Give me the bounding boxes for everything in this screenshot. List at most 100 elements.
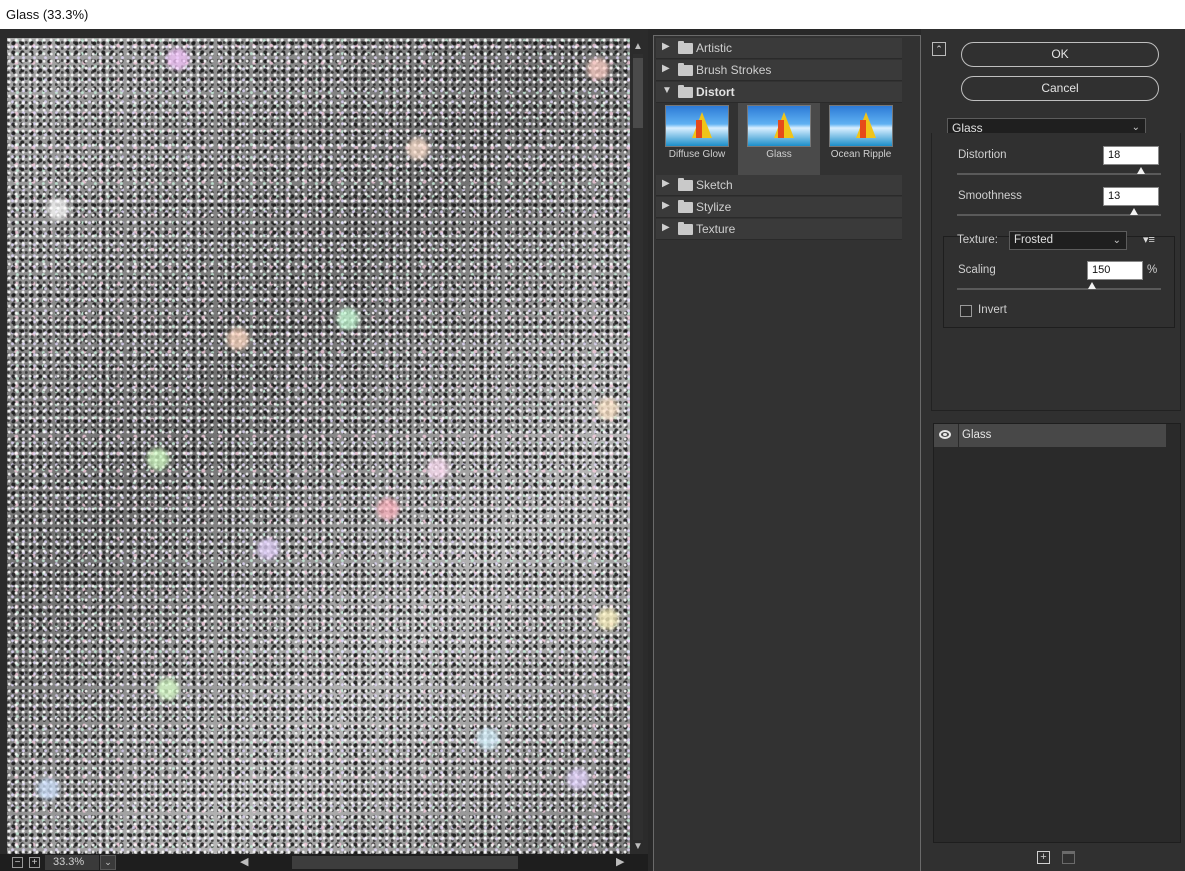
vertical-scrollbar[interactable]: ▲ ▼: [630, 38, 646, 856]
sparkle: [257, 538, 279, 560]
category-brush-strokes[interactable]: ▶ Brush Strokes: [656, 60, 902, 81]
distortion-label: Distortion: [958, 149, 1007, 161]
filter-label: Ocean Ripple: [830, 149, 892, 160]
zoom-dropdown-icon[interactable]: ⌄: [100, 855, 116, 870]
filter-label: Glass: [766, 149, 792, 160]
cancel-button[interactable]: Cancel: [961, 76, 1159, 101]
sparkle: [377, 498, 399, 520]
distortion-slider-handle[interactable]: [1136, 167, 1145, 174]
smoothness-slider-handle[interactable]: [1130, 208, 1139, 215]
settings-panel: ⌃ OK Cancel Glass ⌄ Distortion 18 Smooth…: [921, 29, 1185, 871]
filter-gallery: ▶ Artistic ▶ Brush Strokes ▼ Distort Dif…: [653, 35, 921, 871]
filter-diffuse-glow[interactable]: Diffuse Glow: [656, 103, 738, 175]
filter-ocean-ripple[interactable]: Ocean Ripple: [820, 103, 902, 175]
expand-icon: ▶: [662, 178, 670, 189]
scaling-unit: %: [1147, 264, 1158, 276]
sparkle: [597, 398, 619, 420]
expand-icon: ▶: [662, 63, 670, 74]
expand-icon: ▶: [662, 200, 670, 211]
sparkle: [337, 308, 359, 330]
sparkle: [597, 608, 619, 630]
category-texture[interactable]: ▶ Texture: [656, 219, 902, 240]
collapse-gallery-icon[interactable]: ⌃: [932, 42, 946, 56]
scroll-down-icon[interactable]: ▼: [632, 840, 644, 854]
sparkle: [157, 678, 179, 700]
invert-label[interactable]: Invert: [978, 304, 1007, 316]
zoom-level-field[interactable]: 33.3%: [45, 855, 99, 870]
effect-layer-row[interactable]: Glass: [934, 424, 1166, 447]
sail-shape: [692, 112, 712, 138]
sparkle: [587, 58, 609, 80]
filter-label: Diffuse Glow: [668, 149, 726, 160]
sail-shape: [856, 112, 876, 138]
texture-menu-icon[interactable]: ▾≡: [1143, 233, 1155, 246]
category-label: Sketch: [696, 178, 733, 192]
texture-select[interactable]: Frosted ⌄: [1009, 231, 1127, 250]
expand-icon: ▶: [662, 222, 670, 233]
sparkle: [147, 448, 169, 470]
invert-checkbox[interactable]: [960, 305, 972, 317]
folder-icon: [678, 222, 693, 235]
filter-glass[interactable]: Glass: [738, 103, 820, 175]
smoothness-field[interactable]: 13: [1103, 187, 1159, 206]
smoothness-label: Smoothness: [958, 190, 1022, 202]
distortion-slider[interactable]: [957, 173, 1161, 175]
scaling-slider[interactable]: [957, 288, 1161, 290]
filter-settings: Distortion 18 Smoothness 13 Texture: Fro…: [931, 133, 1181, 411]
preview-footer: − + 33.3% ⌄ ◀ ▶: [0, 854, 648, 871]
sail-shape: [774, 112, 794, 138]
scroll-track[interactable]: [633, 54, 643, 840]
delete-effect-layer-icon: [1062, 851, 1075, 864]
filter-thumbnail: [829, 105, 893, 147]
category-sketch[interactable]: ▶ Sketch: [656, 175, 902, 196]
divider: [958, 424, 959, 447]
folder-icon: [678, 200, 693, 213]
scroll-up-icon[interactable]: ▲: [632, 40, 644, 54]
expand-icon: ▶: [662, 41, 670, 52]
scaling-label: Scaling: [958, 264, 996, 276]
category-artistic[interactable]: ▶ Artistic: [656, 38, 902, 59]
sparkle: [477, 728, 499, 750]
category-label: Artistic: [696, 41, 732, 55]
preview-pane: ▲ ▼ − + 33.3% ⌄ ◀ ▶: [0, 29, 648, 871]
folder-open-icon: [678, 85, 693, 98]
texture-label: Texture:: [957, 234, 998, 246]
filter-thumbnail: [747, 105, 811, 147]
effect-layers-list: Glass: [933, 423, 1181, 843]
texture-select-value: Frosted: [1014, 234, 1053, 246]
zoom-in-button[interactable]: +: [29, 857, 40, 868]
scroll-thumb[interactable]: [633, 58, 643, 128]
visibility-eye-icon[interactable]: [939, 430, 951, 439]
scroll-left-icon[interactable]: ◀: [240, 856, 248, 869]
sparkle: [47, 198, 69, 220]
sparkle: [567, 768, 589, 790]
category-label: Texture: [696, 222, 736, 236]
sparkle: [407, 138, 429, 160]
sail-shape: [778, 120, 784, 138]
horizontal-scrollbar[interactable]: ◀ ▶: [236, 856, 632, 869]
sparkle: [227, 328, 249, 350]
scaling-field[interactable]: 150: [1087, 261, 1143, 280]
filter-thumbnails: Diffuse Glow Glass Ocean Ripple: [656, 103, 902, 175]
sail-shape: [696, 120, 702, 138]
distortion-field[interactable]: 18: [1103, 146, 1159, 165]
sparkle: [37, 778, 59, 800]
ok-button[interactable]: OK: [961, 42, 1159, 67]
sparkle: [167, 48, 189, 70]
scroll-right-icon[interactable]: ▶: [616, 856, 624, 869]
sail-shape: [860, 120, 866, 138]
category-label: Brush Strokes: [696, 63, 772, 77]
new-effect-layer-icon[interactable]: +: [1037, 851, 1050, 864]
category-label: Stylize: [696, 200, 732, 214]
category-stylize[interactable]: ▶ Stylize: [656, 197, 902, 218]
filter-thumbnail: [665, 105, 729, 147]
collapse-icon: ▼: [662, 85, 672, 96]
window-title: Glass (33.3%): [0, 0, 1185, 29]
scaling-slider-handle[interactable]: [1087, 282, 1096, 289]
zoom-out-button[interactable]: −: [12, 857, 23, 868]
preview-image[interactable]: [7, 38, 630, 856]
category-distort[interactable]: ▼ Distort: [656, 82, 902, 103]
effect-layer-name: Glass: [962, 429, 992, 441]
scroll-thumb[interactable]: [292, 856, 518, 869]
folder-icon: [678, 178, 693, 191]
